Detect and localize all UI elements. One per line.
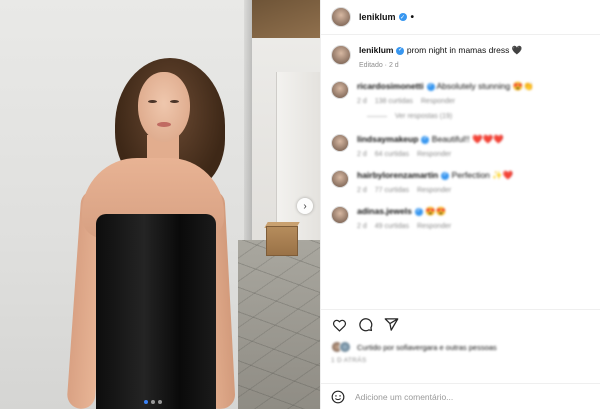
add-comment-bar bbox=[321, 383, 600, 409]
carousel-dot bbox=[158, 400, 162, 404]
comment-emoji: 😍😍 bbox=[425, 206, 447, 216]
photo-black-dress bbox=[96, 214, 216, 409]
likes-summary[interactable]: Curtido por sofiavergara e outras pessoa… bbox=[321, 339, 600, 355]
verified-badge-icon: ✓ bbox=[398, 13, 407, 21]
comment-row: hairbylorenzamartin ✓ Perfection ✨❤️ 2 d … bbox=[331, 170, 590, 194]
verified-badge-icon: ✓ bbox=[421, 135, 430, 144]
caption-author[interactable]: leniklum bbox=[359, 45, 393, 55]
caption-row: leniklum ✓ prom night in mamas dress 🖤 Ed… bbox=[331, 45, 590, 69]
carousel-next-button[interactable]: › bbox=[297, 198, 313, 214]
commenter-avatar[interactable] bbox=[331, 81, 349, 99]
reply-button[interactable]: Responder bbox=[421, 98, 455, 105]
commenter-avatar[interactable] bbox=[331, 206, 349, 224]
verified-badge-icon: ✓ bbox=[396, 46, 405, 55]
post-media[interactable]: › bbox=[0, 0, 320, 409]
verified-badge-icon: ✓ bbox=[426, 82, 435, 91]
comment-text: Beautiful!! bbox=[431, 134, 470, 144]
commenter-username[interactable]: ricardosimonetti bbox=[357, 81, 424, 91]
comment-row: lindsaymakeup ✓ Beautiful!! ❤️❤️❤️ 2 d 64… bbox=[331, 134, 590, 158]
verified-badge-icon: ✓ bbox=[441, 171, 450, 180]
author-avatar[interactable] bbox=[331, 45, 351, 65]
add-comment-input[interactable] bbox=[355, 391, 555, 402]
comment-likes[interactable]: 77 curtidas bbox=[375, 187, 409, 194]
author-avatar[interactable] bbox=[331, 7, 351, 27]
photo-face bbox=[138, 72, 190, 142]
commenter-username[interactable]: hairbylorenzamartin bbox=[357, 170, 438, 180]
carousel-dot bbox=[151, 400, 155, 404]
comment-emoji: 😍👏 bbox=[512, 81, 534, 91]
share-button[interactable] bbox=[383, 317, 399, 333]
comment-row: ricardosimonetti ✓ Absolutely stunning 😍👏… bbox=[331, 81, 590, 105]
likes-summary-text: Curtido por sofiavergara e outras pessoa… bbox=[357, 342, 497, 352]
view-replies-label: Ver respostas (19) bbox=[395, 113, 453, 120]
comment-text: Absolutely stunning bbox=[436, 81, 511, 91]
post-date: 1 D ATRÁS bbox=[331, 357, 367, 364]
emoji-icon[interactable] bbox=[331, 390, 345, 404]
commenter-username[interactable]: adinas.jewels bbox=[357, 206, 412, 216]
share-icon bbox=[384, 318, 398, 331]
carousel-indicator bbox=[144, 400, 162, 404]
commenter-avatar[interactable] bbox=[331, 170, 349, 188]
comment-likes[interactable]: 49 curtidas bbox=[375, 223, 409, 230]
more-options-icon[interactable]: • bbox=[411, 12, 415, 23]
comment-row: adinas.jewels ✓ 😍😍 2 d 49 curtidas Respon… bbox=[331, 206, 590, 230]
liker-avatar bbox=[339, 341, 351, 353]
comments-list[interactable]: leniklum ✓ prom night in mamas dress 🖤 Ed… bbox=[321, 35, 600, 309]
caption-text: prom night in mamas dress bbox=[406, 45, 510, 55]
comment-age: 2 d bbox=[357, 151, 367, 158]
photo-cardboard-box bbox=[266, 226, 298, 256]
comment-likes[interactable]: 64 curtidas bbox=[375, 151, 409, 158]
comment-icon bbox=[358, 318, 372, 332]
photo-floor bbox=[238, 240, 320, 409]
like-button[interactable] bbox=[331, 317, 347, 333]
comment-age: 2 d bbox=[357, 98, 367, 105]
chevron-right-icon: › bbox=[303, 200, 307, 212]
heart-icon bbox=[332, 319, 346, 332]
commenter-username[interactable]: lindsaymakeup bbox=[357, 134, 418, 144]
reply-button[interactable]: Responder bbox=[417, 151, 451, 158]
carousel-dot bbox=[144, 400, 148, 404]
comment-emoji: ✨❤️ bbox=[492, 170, 514, 180]
comment-age: 2 d bbox=[357, 223, 367, 230]
commenter-avatar[interactable] bbox=[331, 134, 349, 152]
comment-emoji: ❤️❤️❤️ bbox=[471, 134, 504, 144]
comment-text: Perfection bbox=[451, 170, 490, 180]
post-side-panel: leniklum ✓ • leniklum ✓ prom night in mam… bbox=[320, 0, 600, 409]
reply-button[interactable]: Responder bbox=[417, 223, 451, 230]
post-header: leniklum ✓ • bbox=[321, 0, 600, 35]
caption-edited-time: Editado · 2 d bbox=[359, 62, 399, 69]
reply-button[interactable]: Responder bbox=[417, 187, 451, 194]
view-replies-button[interactable]: Ver respostas (19) bbox=[367, 113, 590, 120]
author-username[interactable]: leniklum bbox=[359, 12, 396, 22]
comment-likes[interactable]: 138 curtidas bbox=[375, 98, 413, 105]
comment-age: 2 d bbox=[357, 187, 367, 194]
post-actions-bar bbox=[321, 309, 600, 339]
caption-emoji: 🖤 bbox=[511, 45, 523, 55]
verified-badge-icon: ✓ bbox=[414, 207, 423, 216]
photo-door bbox=[276, 72, 320, 242]
comment-button[interactable] bbox=[357, 317, 373, 333]
